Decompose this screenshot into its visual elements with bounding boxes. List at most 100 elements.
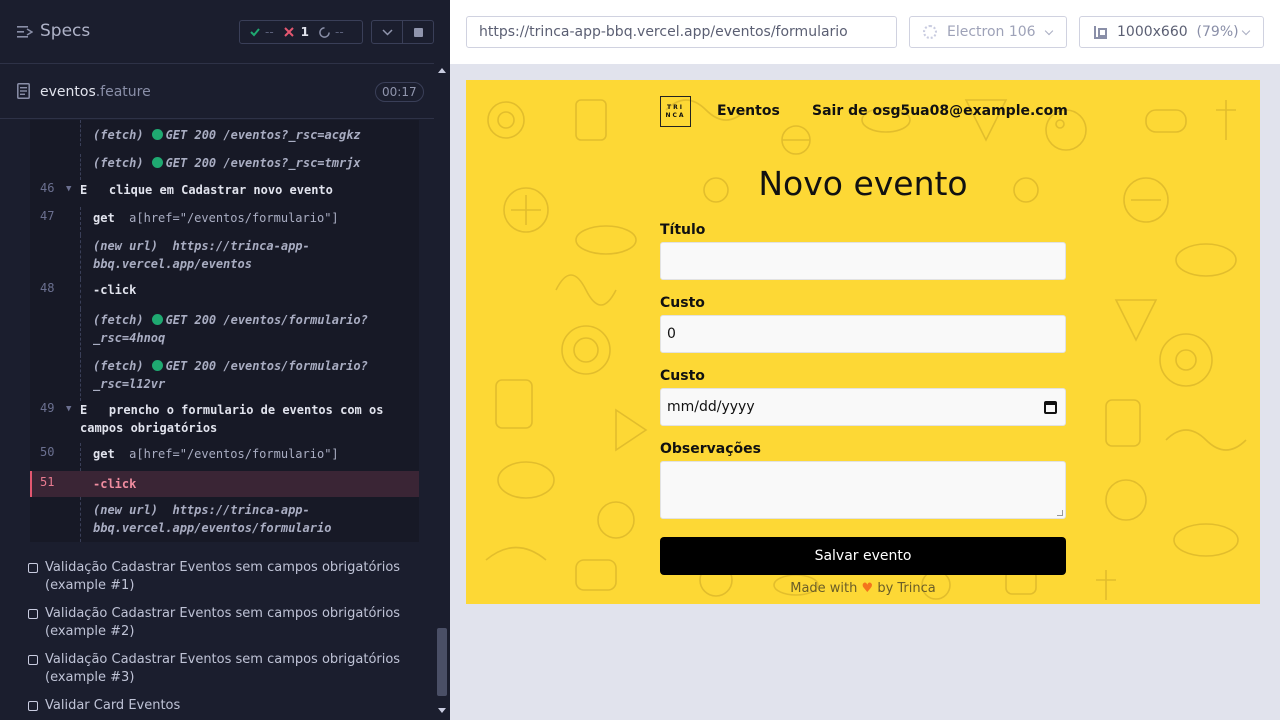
passed-count: -- (265, 25, 274, 39)
logout-link[interactable]: Sair de osg5ua08@example.com (812, 103, 1068, 119)
command-row[interactable]: (fetch) GET 200 /eventos?_rsc=acgkz (30, 120, 419, 146)
reporter-panel: Specs -- 1 -- eventos.feature 00:17 (fet… (0, 0, 450, 720)
aut-panel: https://trinca-app-bbq.vercel.app/evento… (450, 0, 1280, 720)
check-icon (250, 28, 260, 37)
resize-handle-icon[interactable] (1057, 510, 1063, 516)
command-prefix: (fetch) (93, 313, 144, 327)
nav-eventos-link[interactable]: Eventos (717, 103, 780, 119)
command-row[interactable]: (fetch) GET 200 /eventos/formulario? _rsc=… (30, 309, 419, 355)
observacoes-label: Observações (660, 441, 761, 457)
ruler-icon (1094, 26, 1107, 39)
scroll-down-icon[interactable] (438, 708, 446, 713)
command-name: get (93, 211, 115, 225)
electron-icon (923, 25, 937, 39)
command-prefix: (new url) (93, 239, 159, 253)
command-name: get (93, 447, 115, 461)
failed-command-row[interactable]: 51 -click (30, 471, 419, 497)
command-row[interactable]: 47 get a[href="/eventos/formulario"] (30, 207, 419, 235)
pending-stat: -- (319, 25, 344, 39)
line-number: 50 (40, 445, 55, 459)
footer-text: Made with (790, 581, 858, 596)
failed-stat: 1 (283, 25, 310, 39)
url-bar[interactable]: https://trinca-app-bbq.vercel.app/evento… (466, 16, 897, 48)
viewport-selector[interactable]: 1000x660 (79%) (1079, 16, 1264, 48)
command-row[interactable]: (fetch) GET 200 /eventos/formulario? _rsc=… (30, 355, 419, 401)
specs-title[interactable]: Specs (40, 21, 90, 41)
test-title-cont: (example #3) (45, 670, 135, 685)
custo-label: Custo (660, 295, 705, 311)
command-name: -click (93, 477, 137, 491)
checkbox-icon (28, 563, 38, 573)
step-keyword: E (80, 403, 88, 417)
save-event-button[interactable]: Salvar evento (660, 537, 1066, 575)
test-title-cont: (example #1) (45, 578, 135, 593)
spec-file-ext: .feature (95, 84, 151, 100)
trinca-logo[interactable]: TRI NCA (660, 96, 691, 127)
scroll-thumb[interactable] (437, 628, 447, 696)
stop-button[interactable] (402, 20, 434, 44)
reporter-scrollbar[interactable] (434, 64, 450, 720)
date-input-value: mm/dd/yyyy (667, 399, 755, 415)
checkbox-icon (28, 609, 38, 619)
command-text: GET 200 /eventos/formulario? (165, 359, 368, 373)
passed-stat: -- (250, 25, 274, 39)
step-text-cont: campos obrigatórios (80, 421, 218, 435)
line-number: 47 (40, 209, 55, 223)
command-row[interactable]: (new url) https://trinca-app-bbq.vercel.… (30, 497, 419, 542)
command-log: (fetch) GET 200 /eventos?_rsc=acgkz (fetc… (30, 120, 419, 542)
line-number: 48 (40, 281, 55, 295)
status-dot-icon (151, 157, 163, 168)
aut-toolbar: https://trinca-app-bbq.vercel.app/evento… (450, 0, 1280, 64)
command-name: -click (93, 283, 137, 297)
viewport-scale: (79%) (1196, 24, 1239, 40)
command-row[interactable]: 50 get a[href="/eventos/formulario"] (30, 443, 419, 471)
scroll-up-icon[interactable] (438, 68, 446, 73)
pending-icon (319, 26, 330, 38)
spec-file-row: eventos.feature 00:17 (0, 65, 434, 119)
observacoes-textarea[interactable] (660, 461, 1066, 519)
specs-header: Specs -- 1 -- (0, 0, 434, 64)
command-arg: a[href="/eventos/formulario"] (129, 211, 339, 225)
chevron-down-icon (1044, 26, 1054, 36)
app-under-test: TRI NCA Eventos Sair de osg5ua08@example.… (466, 80, 1260, 604)
page-title: Novo evento (758, 164, 968, 203)
command-prefix: (fetch) (93, 156, 144, 170)
command-row[interactable]: 48 -click (30, 279, 419, 309)
browser-label: Electron 106 (947, 24, 1036, 40)
command-prefix: (new url) (93, 503, 159, 517)
chevron-down-icon[interactable]: ▼ (66, 404, 71, 414)
custo-input[interactable]: 0 (660, 315, 1066, 353)
spec-file-basename: eventos (40, 84, 96, 100)
collapse-button[interactable] (371, 20, 403, 44)
command-row[interactable]: (new url) https://trinca-app-bbq.vercel.… (30, 235, 419, 279)
command-arg: a[href="/eventos/formulario"] (129, 447, 339, 461)
menu-icon[interactable] (17, 24, 33, 40)
chevron-down-icon (382, 29, 393, 36)
data-label: Custo (660, 368, 705, 384)
command-text: https://trinca-app- (172, 503, 310, 517)
spec-file-name[interactable]: eventos.feature (40, 84, 151, 100)
command-text: GET 200 /eventos?_rsc=acgkz (165, 128, 361, 142)
viewport-label: 1000x660 (79%) (1117, 17, 1239, 47)
status-dot-icon (151, 314, 163, 325)
step-text: clique em Cadastrar novo evento (108, 183, 333, 197)
failed-count: 1 (300, 25, 310, 39)
heart-icon: ♥ (861, 581, 874, 596)
status-dot-icon (151, 360, 163, 371)
step-row[interactable]: 46 ▼ E clique em Cadastrar novo evento (30, 181, 419, 205)
line-number: 51 (40, 475, 55, 489)
step-row[interactable]: 49 ▼ E prencho o formulario de eventos c… (30, 401, 419, 445)
viewport-size: 1000x660 (1117, 24, 1188, 40)
titulo-input[interactable] (660, 242, 1066, 280)
calendar-icon[interactable] (1044, 401, 1057, 414)
test-title: Validar Card Eventos (45, 698, 181, 713)
titulo-label: Título (660, 222, 706, 238)
command-row[interactable]: (fetch) GET 200 /eventos?_rsc=tmrjx (30, 154, 419, 180)
command-prefix: (fetch) (93, 128, 144, 142)
date-input[interactable]: mm/dd/yyyy (660, 388, 1066, 426)
chevron-down-icon[interactable]: ▼ (66, 184, 71, 194)
document-icon (17, 83, 30, 99)
stop-icon (414, 28, 423, 37)
command-text-cont: _rsc=4hnoq (93, 331, 166, 345)
browser-selector[interactable]: Electron 106 (909, 16, 1067, 48)
